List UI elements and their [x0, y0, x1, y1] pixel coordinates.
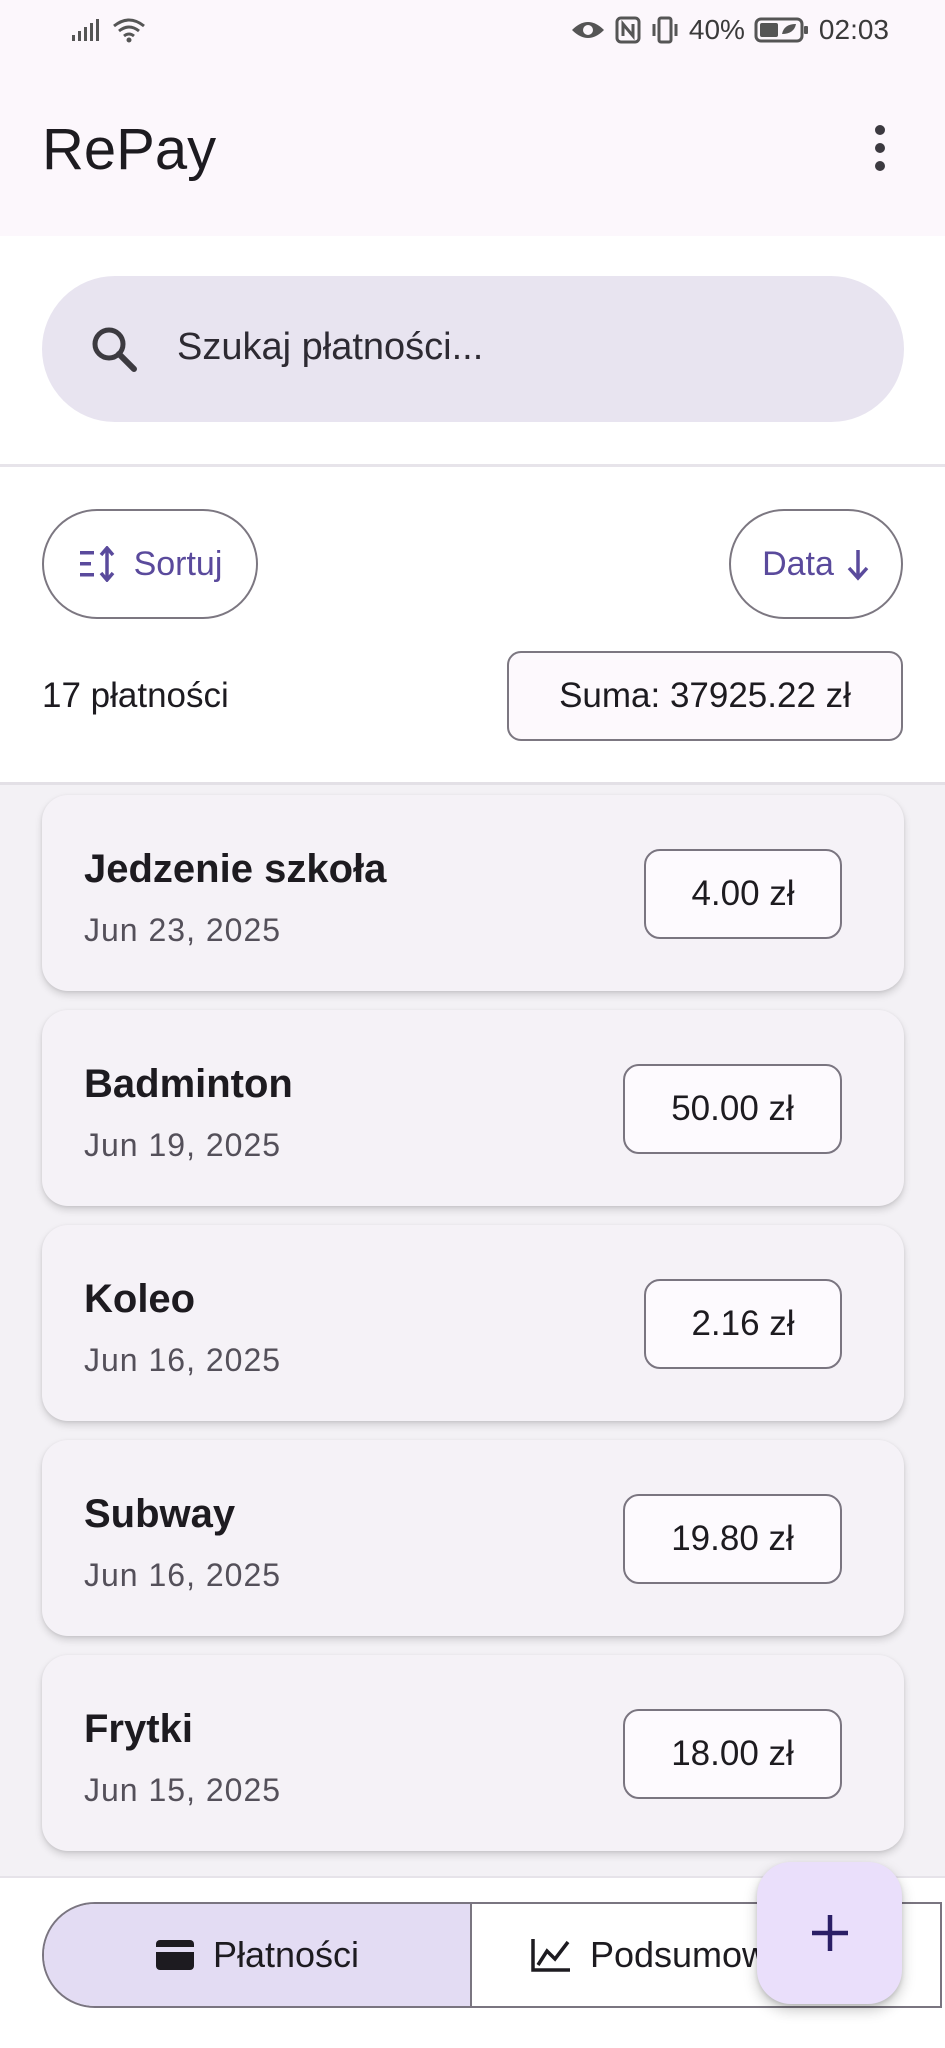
payment-card[interactable]: Subway Jun 16, 2025 19.80 zł — [42, 1440, 904, 1636]
payment-title: Frytki — [84, 1707, 193, 1751]
payment-date: Jun 23, 2025 — [84, 912, 282, 948]
nfc-icon — [615, 16, 641, 44]
payment-date: Jun 19, 2025 — [84, 1127, 282, 1163]
chart-icon — [531, 1939, 570, 1972]
wifi-icon — [113, 18, 145, 43]
date-sort-label: Data — [762, 544, 834, 583]
payments-list[interactable]: Jedzenie szkoła Jun 23, 2025 4.00 zł Bad… — [0, 785, 945, 1875]
payment-card[interactable]: Koleo Jun 16, 2025 2.16 zł — [42, 1225, 904, 1421]
date-sort-button[interactable]: Data — [729, 509, 903, 619]
search-icon — [92, 327, 137, 372]
payment-title: Jedzenie szkoła — [84, 847, 387, 891]
payment-amount: 50.00 zł — [623, 1064, 842, 1154]
payment-amount: 18.00 zł — [623, 1709, 842, 1799]
app-title: RePay — [42, 117, 217, 182]
payment-card[interactable]: Badminton Jun 19, 2025 50.00 zł — [42, 1010, 904, 1206]
divider — [0, 464, 945, 467]
status-bar: 40% 02:03 — [0, 0, 945, 66]
tab-payments-label: Płatności — [212, 1934, 360, 1975]
signal-icon — [72, 19, 99, 41]
more-vert-icon — [875, 125, 885, 135]
payment-amount: 2.16 zł — [644, 1279, 842, 1369]
payment-title: Koleo — [84, 1277, 196, 1321]
payment-card[interactable]: Frytki Jun 15, 2025 18.00 zł — [42, 1655, 904, 1851]
card-icon — [155, 1940, 194, 1970]
sort-button[interactable]: Sortuj — [42, 509, 258, 619]
payment-date: Jun 15, 2025 — [84, 1772, 282, 1808]
status-time: 02:03 — [818, 14, 889, 45]
app-bar: RePay — [0, 66, 945, 236]
payment-title: Subway — [84, 1492, 236, 1536]
payment-amount: 4.00 zł — [644, 849, 842, 939]
payment-title: Badminton — [84, 1062, 293, 1106]
search-placeholder: Szukaj płatności... — [177, 326, 484, 368]
filter-panel: Szukaj płatności... Sortuj Data 17 płatn… — [0, 236, 945, 784]
add-icon — [811, 1915, 848, 1951]
more-options-button[interactable] — [855, 118, 905, 178]
battery-icon — [754, 17, 808, 43]
payment-count: 17 płatności — [42, 676, 229, 715]
arrow-down-icon — [847, 550, 869, 581]
payment-card[interactable]: Jedzenie szkoła Jun 23, 2025 4.00 zł — [42, 795, 904, 991]
sort-label: Sortuj — [133, 544, 223, 583]
search-input[interactable]: Szukaj płatności... — [42, 276, 904, 422]
add-payment-button[interactable] — [757, 1862, 902, 2004]
battery-percent: 40% — [688, 14, 745, 45]
payment-date: Jun 16, 2025 — [84, 1342, 282, 1378]
sort-icon — [79, 546, 114, 582]
payment-amount: 19.80 zł — [623, 1494, 842, 1584]
vibrate-icon — [652, 16, 678, 44]
payment-date: Jun 16, 2025 — [84, 1557, 282, 1593]
eye-icon — [571, 22, 604, 38]
tab-payments[interactable]: Płatności — [44, 1904, 472, 2006]
total-sum-badge: Suma: 37925.22 zł — [507, 651, 903, 741]
